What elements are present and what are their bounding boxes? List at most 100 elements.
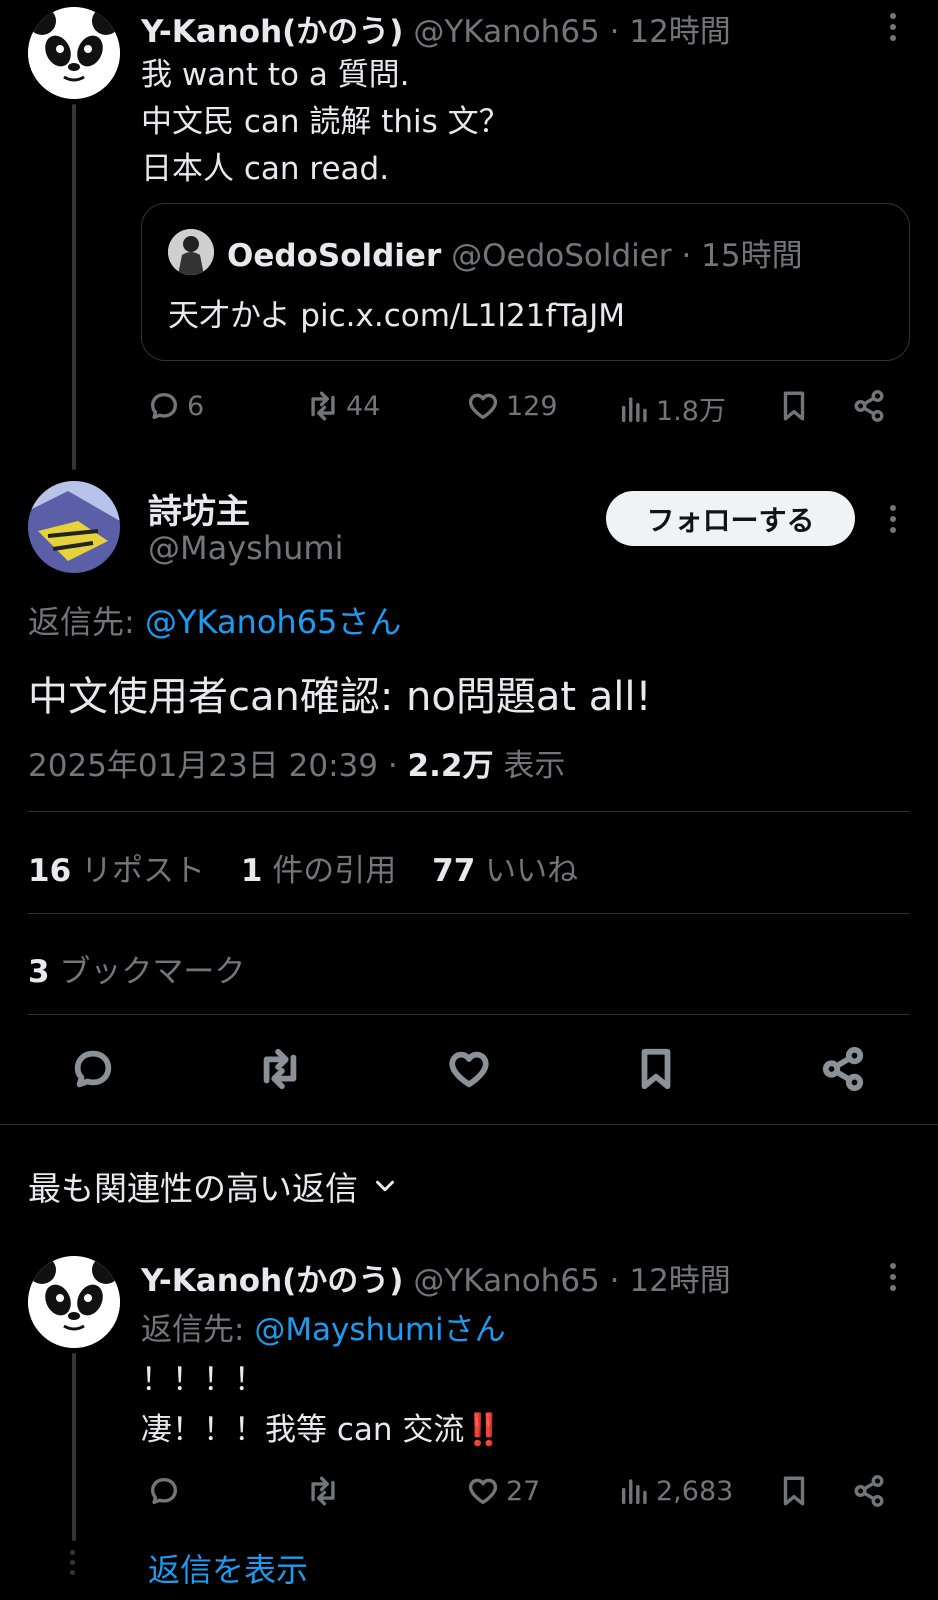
replies-sort-label: 最も関連性の高い返信 — [28, 1169, 358, 1208]
bookmark-icon — [641, 1048, 671, 1090]
reply-line: ！！！！ — [141, 1362, 265, 1398]
quotes-label: 件の引用 — [262, 853, 397, 889]
reply-to-user-link[interactable]: @YKanoh65さん — [145, 603, 401, 641]
handle[interactable]: @YKanoh65 — [413, 14, 599, 50]
main-views-count: 2.2万 — [407, 748, 494, 784]
analytics-icon — [621, 1479, 647, 1505]
reposts-stat[interactable]: 16 リポスト — [28, 853, 205, 889]
main-meta: 2025年01月23日 20:39 · 2.2万 表示 — [28, 740, 565, 785]
soldier-avatar-icon — [168, 229, 214, 275]
panda-icon — [28, 7, 120, 99]
repost-button[interactable]: 44 — [304, 389, 380, 423]
reply-text: ！！！！ 凄！！！我等 can 交流‼️ — [141, 1355, 503, 1455]
share-icon — [854, 1475, 884, 1507]
timestamp[interactable]: · 12時間 — [610, 14, 731, 50]
reply-line: 凄！！！我等 can 交流‼️ — [141, 1412, 503, 1448]
handle[interactable]: @YKanoh65 — [413, 1263, 599, 1299]
likes-stat[interactable]: 77 いいね — [432, 853, 578, 889]
heart-icon — [468, 1478, 498, 1505]
reply-count: 6 — [187, 390, 205, 422]
reply-to: 返信先: @Mayshumiさん — [141, 1304, 506, 1349]
main-bookmark-button[interactable] — [633, 1046, 679, 1092]
likes-count: 77 — [432, 853, 476, 889]
main-views-label: 表示 — [493, 748, 566, 784]
quote-handle: @OedoSoldier — [451, 238, 672, 274]
bookmarks-count: 3 — [28, 954, 50, 990]
quote-tweet-card[interactable]: OedoSoldier @OedoSoldier · 15時間 天才かよ pic… — [141, 203, 910, 361]
main-like-button[interactable] — [446, 1046, 492, 1092]
display-name[interactable]: Y-Kanoh(かのう) — [141, 14, 403, 50]
timestamp[interactable]: · 12時間 — [610, 1263, 731, 1299]
panda-icon — [28, 1256, 120, 1348]
avatar-oedosoldier — [168, 229, 214, 275]
reply-icon — [150, 1477, 178, 1505]
like-button[interactable]: 27 — [466, 1474, 540, 1508]
views-button[interactable]: 2,683 — [618, 1474, 733, 1508]
views-count: 2,683 — [656, 1475, 734, 1507]
bookmark-button[interactable] — [777, 1474, 811, 1508]
bookmarks-label: ブックマーク — [49, 954, 246, 990]
artwork-avatar-icon — [28, 481, 120, 573]
thread-dots — [70, 1550, 76, 1575]
quote-timestamp: · 15時間 — [681, 238, 803, 274]
follow-button[interactable]: フォローする — [606, 491, 855, 546]
thread-line — [72, 1353, 76, 1541]
like-count: 27 — [506, 1475, 541, 1507]
tweet-text: 我 want to a 質問. 中文民 can 読解 this 文？ 日本人 c… — [141, 52, 510, 193]
reply-to-prefix: 返信先: — [141, 1312, 255, 1348]
reposts-label: リポスト — [71, 853, 205, 889]
reply-to: 返信先: @YKanoh65さん — [28, 597, 401, 643]
reply-icon — [150, 392, 178, 420]
reply-button[interactable] — [147, 1474, 187, 1508]
bookmark-icon — [783, 391, 805, 421]
engagement-stats: 16 リポスト 1 件の引用 77 いいね — [28, 845, 578, 890]
repost-icon — [263, 1048, 297, 1090]
show-replies-link[interactable]: 返信を表示 — [148, 1545, 308, 1591]
avatar-mayshumi[interactable] — [28, 481, 120, 573]
like-button[interactable]: 129 — [466, 389, 558, 423]
bookmark-button[interactable] — [777, 389, 811, 423]
reply-button[interactable]: 6 — [147, 389, 204, 423]
heart-icon — [468, 393, 498, 420]
reposts-count: 16 — [28, 853, 72, 889]
avatar-ykanoh[interactable] — [28, 7, 120, 99]
share-button[interactable] — [852, 1474, 886, 1508]
reply-header: Y-Kanoh(かのう) @YKanoh65 · 12時間 — [141, 1255, 731, 1300]
replies-sort-dropdown[interactable]: 最も関連性の高い返信 — [28, 1162, 400, 1210]
main-display-name[interactable]: 詩坊主 — [148, 484, 250, 533]
views-button[interactable]: 1.8万 — [618, 389, 726, 428]
section-divider — [0, 1124, 938, 1125]
chevron-down-icon — [376, 1180, 394, 1192]
likes-label: いいね — [475, 853, 579, 889]
main-share-button[interactable] — [820, 1046, 866, 1092]
repost-icon — [311, 1476, 335, 1506]
quote-header: OedoSoldier @OedoSoldier · 15時間 — [227, 230, 803, 275]
divider — [28, 913, 910, 914]
more-options-icon[interactable] — [890, 13, 896, 46]
divider — [28, 1014, 910, 1015]
repost-count: 44 — [346, 390, 381, 422]
more-options-icon[interactable] — [890, 1263, 896, 1296]
repost-button[interactable] — [304, 1474, 346, 1508]
avatar-ykanoh[interactable] — [28, 1256, 120, 1348]
main-timestamp[interactable]: 2025年01月23日 20:39 · — [28, 748, 408, 784]
more-options-icon[interactable] — [890, 505, 896, 538]
reply-to-user-link[interactable]: @Mayshumiさん — [254, 1312, 505, 1348]
main-reply-button[interactable] — [70, 1046, 116, 1092]
repost-icon — [311, 391, 335, 421]
tweet-line: 我 want to a 質問. — [141, 57, 410, 93]
tweet-line: 日本人 can read. — [141, 151, 390, 187]
quotes-stat[interactable]: 1 件の引用 — [241, 853, 396, 889]
tweet-line: 中文民 can 読解 this 文？ — [141, 104, 510, 140]
display-name[interactable]: Y-Kanoh(かのう) — [141, 1263, 403, 1299]
divider — [28, 811, 910, 812]
analytics-icon — [621, 396, 647, 422]
bookmarks-stat[interactable]: 3 ブックマーク — [28, 946, 245, 991]
quotes-count: 1 — [240, 853, 263, 889]
like-count: 129 — [506, 390, 558, 422]
views-count: 1.8万 — [656, 396, 726, 427]
main-handle[interactable]: @Mayshumi — [148, 529, 343, 567]
share-button[interactable] — [852, 389, 886, 423]
bookmark-icon — [783, 1476, 805, 1506]
main-repost-button[interactable] — [255, 1046, 305, 1092]
